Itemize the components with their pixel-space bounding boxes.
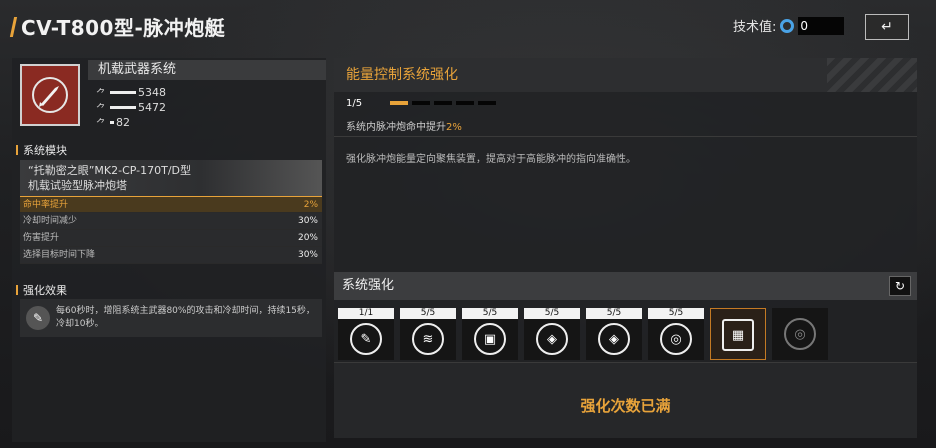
slot-count: 5/5: [400, 308, 456, 319]
module-row: 伤害提升 20%: [20, 230, 322, 247]
module-row: 冷却时间减少 30%: [20, 213, 322, 230]
chip-icon: ▦: [722, 319, 754, 351]
stat-icon: ⺈: [96, 89, 106, 100]
module-row: 选择目标时间下降 30%: [20, 247, 322, 264]
shield-burst-icon: ◈: [598, 323, 630, 355]
stat-value: 5348: [138, 86, 166, 99]
level-pip: [412, 101, 430, 105]
level-pip: [456, 101, 474, 105]
level-pip: [390, 101, 408, 105]
level-label: 1/5: [346, 98, 363, 109]
stat-value: 5472: [138, 101, 166, 114]
upgrade-slot-locked[interactable]: ◎: [772, 308, 828, 360]
detail-panel: 能量控制系统强化 1/5 系统内脉冲炮命中提升2% 强化脉冲炮能量定向聚焦装置，…: [334, 58, 917, 438]
missile-icon: [20, 64, 80, 126]
module-desc: 机载试验型脉冲炮塔: [28, 179, 127, 192]
module-name: “托勒密之眼”MK2-CP-170T/D型: [28, 164, 192, 177]
module-row-label: 选择目标时间下降: [23, 250, 96, 260]
page-title: CV-T800型-脉冲炮艇: [21, 16, 226, 40]
upgrade-slot-6[interactable]: 5/5 ◎: [648, 308, 704, 360]
decorative-stripes: [827, 58, 917, 92]
stat-icon: ⺈: [96, 104, 106, 115]
upgrade-slot-4[interactable]: 5/5 ◈: [524, 308, 580, 360]
stat-value: 82: [116, 116, 130, 129]
slot-count: 5/5: [524, 308, 580, 319]
stat-row-2: ⺈ 5472: [96, 100, 166, 115]
tech-orb-icon: [780, 18, 795, 33]
slot-count: 1/1: [338, 308, 394, 319]
stat-bar: [110, 91, 136, 94]
divider: [334, 136, 917, 137]
refresh-icon: ↻: [894, 279, 906, 293]
refresh-button[interactable]: ↻: [889, 276, 911, 296]
slot-count: 5/5: [586, 308, 642, 319]
level-pip: [434, 101, 452, 105]
upgrade-slot-5[interactable]: 5/5 ◈: [586, 308, 642, 360]
level-progress: [390, 101, 496, 105]
module-row-label: 命中率提升: [23, 200, 69, 210]
shield-burst-icon: ◈: [536, 323, 568, 355]
tech-label: 技术值:: [733, 20, 777, 35]
module-row: 命中率提升 2%: [20, 196, 322, 213]
module-row-label: 冷却时间减少: [23, 216, 78, 226]
module-row-value: 30%: [297, 250, 318, 260]
maxed-message: 强化次数已满: [334, 362, 917, 438]
effect-box: ✎ 每60秒时，增阻系统主武器80%的攻击和冷却时间，持续15秒，冷却10秒。: [20, 299, 322, 337]
module-row-value: 20%: [297, 233, 318, 243]
stat-bar: [110, 106, 136, 109]
upgrade-slot-1[interactable]: 1/1 ✎: [338, 308, 394, 360]
slot-count: 5/5: [462, 308, 518, 319]
module-row-label: 伤害提升: [23, 233, 60, 243]
detail-description: 强化脉冲炮能量定向聚焦装置，提高对于高能脉冲的指向准确性。: [346, 154, 636, 165]
level-pip: [478, 101, 496, 105]
weapon-name: 机载武器系统: [88, 60, 326, 80]
weapon-panel: 机载武器系统 ⺈ 5348 ⺈ 5472 ⺈ 82 系统模块 “托勒密之眼”MK…: [12, 58, 326, 442]
module-box: “托勒密之眼”MK2-CP-170T/D型 机载试验型脉冲炮塔 命中率提升 2%…: [20, 160, 322, 266]
slot-count: 5/5: [648, 308, 704, 319]
wrench-icon: ✎: [350, 323, 382, 355]
upgrade-slot-3[interactable]: 5/5 ▣: [462, 308, 518, 360]
upgrade-slots: 1/1 ✎ 5/5 ≋ 5/5 ▣ 5/5 ◈ 5/5 ◈ 5/5 ◎ ▦ ◎: [338, 308, 828, 360]
detail-subvalue: 2%: [446, 122, 462, 133]
system-heading: 系统强化 ↻: [334, 272, 917, 300]
effect-heading: 强化效果: [16, 282, 67, 298]
battery-icon: ▣: [474, 323, 506, 355]
module-card[interactable]: “托勒密之眼”MK2-CP-170T/D型 机载试验型脉冲炮塔: [20, 160, 322, 196]
module-row-value: 30%: [297, 216, 318, 226]
heat-icon: ≋: [412, 323, 444, 355]
upgrade-slot-selected[interactable]: ▦: [710, 308, 766, 360]
detail-subtext: 系统内脉冲炮命中提升2%: [346, 122, 462, 133]
back-button[interactable]: ↵: [865, 14, 909, 40]
stat-row-3: ⺈ 82: [96, 115, 130, 130]
weapon-header: 机载武器系统 ⺈ 5348 ⺈ 5472 ⺈ 82: [16, 60, 326, 132]
upgrade-slot-2[interactable]: 5/5 ≋: [400, 308, 456, 360]
effect-text: 每60秒时，增阻系统主武器80%的攻击和冷却时间，持续15秒，冷却10秒。: [56, 306, 315, 329]
tech-value: 0: [798, 16, 845, 35]
page-header: CV-T800型-脉冲炮艇: [9, 12, 226, 41]
stat-row-1: ⺈ 5348: [96, 85, 166, 100]
module-row-value: 2%: [303, 200, 318, 210]
wrench-icon: ✎: [26, 306, 50, 330]
tech-value-display: 技术值: 0: [733, 16, 845, 35]
orbit-icon: ◎: [660, 323, 692, 355]
orbit-icon: ◎: [784, 318, 816, 350]
stat-bar: [110, 121, 114, 124]
stat-icon: ⺈: [96, 119, 106, 130]
return-icon: ↵: [881, 19, 893, 35]
modules-heading: 系统模块: [16, 142, 67, 158]
